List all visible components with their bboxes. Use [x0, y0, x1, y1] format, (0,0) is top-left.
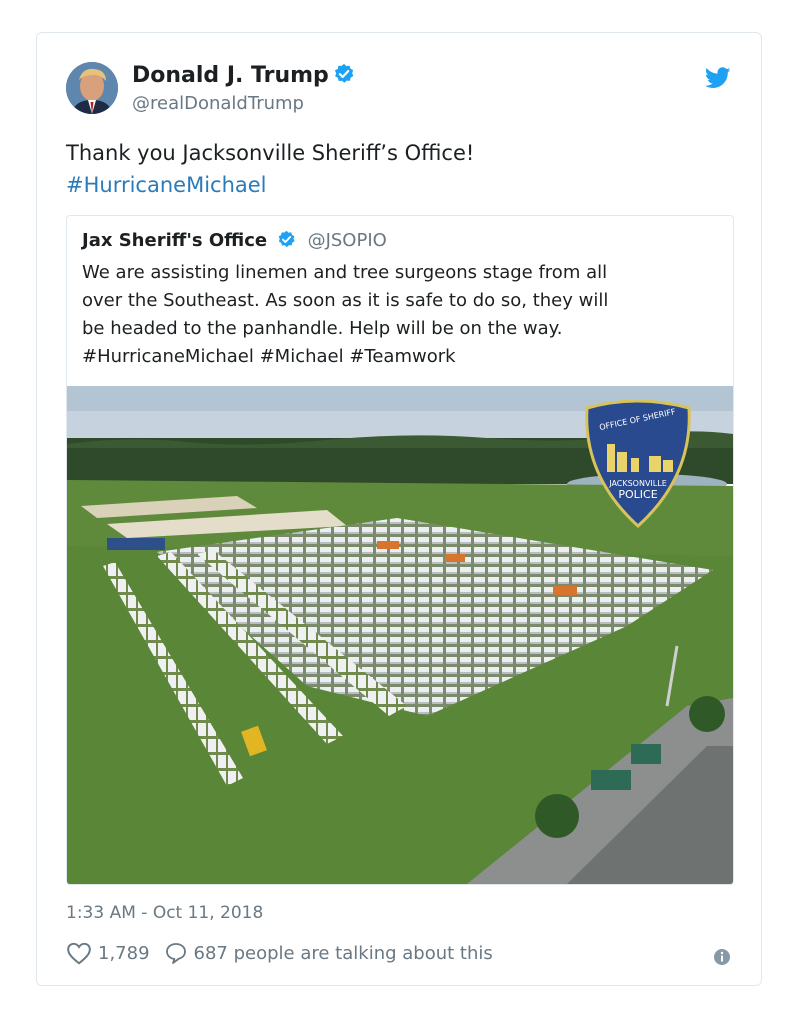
info-icon[interactable] — [713, 948, 731, 966]
quoted-text: We are assisting linemen and tree surgeo… — [82, 259, 722, 371]
speech-bubble-icon — [165, 943, 186, 964]
author-name[interactable]: Donald J. Trump — [132, 63, 355, 88]
like-count: 1,789 — [98, 942, 150, 964]
tweet-card: Donald J. Trump @realDonaldTrump Thank y… — [36, 32, 762, 986]
tweet-actions: 1,789 687 people are talking about this — [66, 941, 493, 965]
quoted-tweet[interactable]: Jax Sheriff's Office @JSOPIO We are assi… — [66, 215, 734, 885]
quoted-text-line: over the Southeast. As soon as it is saf… — [82, 290, 609, 311]
heart-icon — [67, 942, 91, 965]
talking-count: 687 people are talking about this — [193, 942, 493, 964]
hashtag-link[interactable]: #HurricaneMichael — [66, 169, 474, 201]
badge-text-bottom: POLICE — [618, 488, 657, 501]
author-avatar[interactable] — [66, 62, 118, 114]
quoted-author-handle[interactable]: @JSOPIO — [308, 230, 387, 251]
author-handle[interactable]: @realDonaldTrump — [132, 93, 304, 114]
quoted-text-line: We are assisting linemen and tree surgeo… — [82, 262, 608, 283]
tweet-text: Thank you Jacksonville Sheriff’s Office!… — [66, 137, 474, 201]
twitter-bird-icon[interactable] — [705, 67, 731, 89]
badge-text-middle: JACKSONVILLE — [608, 479, 667, 488]
quoted-text-line: be headed to the panhandle. Help will be… — [82, 318, 563, 339]
quoted-header: Jax Sheriff's Office @JSOPIO — [82, 230, 387, 251]
staging-area-photo[interactable]: OFFICE OF SHERIFF JACKSONVILLE POLICE — [67, 386, 733, 884]
quoted-text-line: #HurricaneMichael #Michael #Teamwork — [82, 346, 456, 367]
tweet-text-line: Thank you Jacksonville Sheriff’s Office! — [66, 141, 475, 165]
verified-badge-icon — [278, 230, 295, 248]
tweet-timestamp[interactable]: 1:33 AM - Oct 11, 2018 — [66, 903, 263, 923]
like-button[interactable]: 1,789 — [66, 941, 150, 965]
reply-conversation-link[interactable]: 687 people are talking about this — [164, 941, 493, 965]
author-name-text[interactable]: Donald J. Trump — [132, 63, 329, 88]
quoted-author-name[interactable]: Jax Sheriff's Office — [82, 230, 267, 251]
verified-badge-icon — [334, 63, 354, 83]
